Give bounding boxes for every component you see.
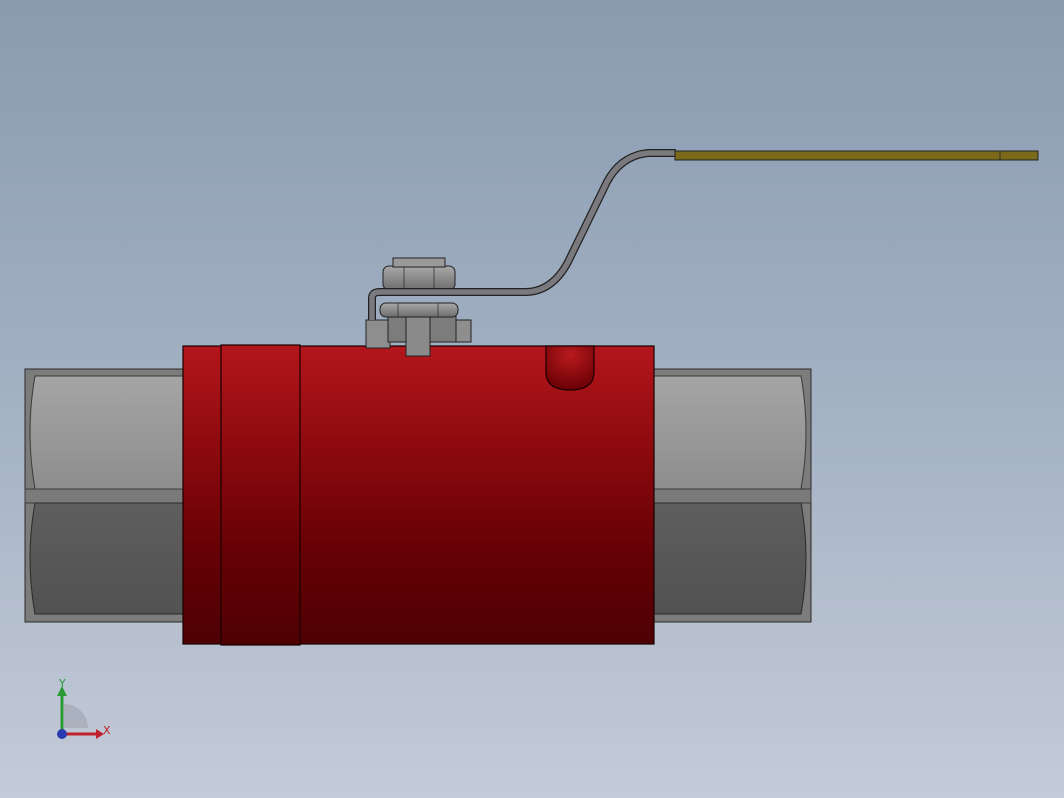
valve-body[interactable] [182, 344, 655, 646]
x-axis-label: X [103, 724, 111, 737]
y-axis-label: Y [58, 677, 66, 690]
handle-grip[interactable] [674, 150, 1039, 161]
side-boss [545, 345, 595, 391]
right-end-fitting[interactable] [653, 368, 812, 623]
z-axis [57, 729, 67, 739]
ball-valve-model[interactable] [0, 0, 1064, 798]
cad-viewport[interactable]: Y X [0, 0, 1064, 798]
lower-nut [379, 302, 459, 318]
stem-top [392, 257, 446, 268]
axis-triad: Y X [57, 677, 111, 739]
left-end-fitting[interactable] [24, 368, 184, 623]
handle-lever[interactable] [368, 149, 1039, 320]
stem-assembly[interactable] [365, 257, 472, 357]
body-collar [220, 344, 301, 646]
upper-nut [382, 265, 456, 291]
